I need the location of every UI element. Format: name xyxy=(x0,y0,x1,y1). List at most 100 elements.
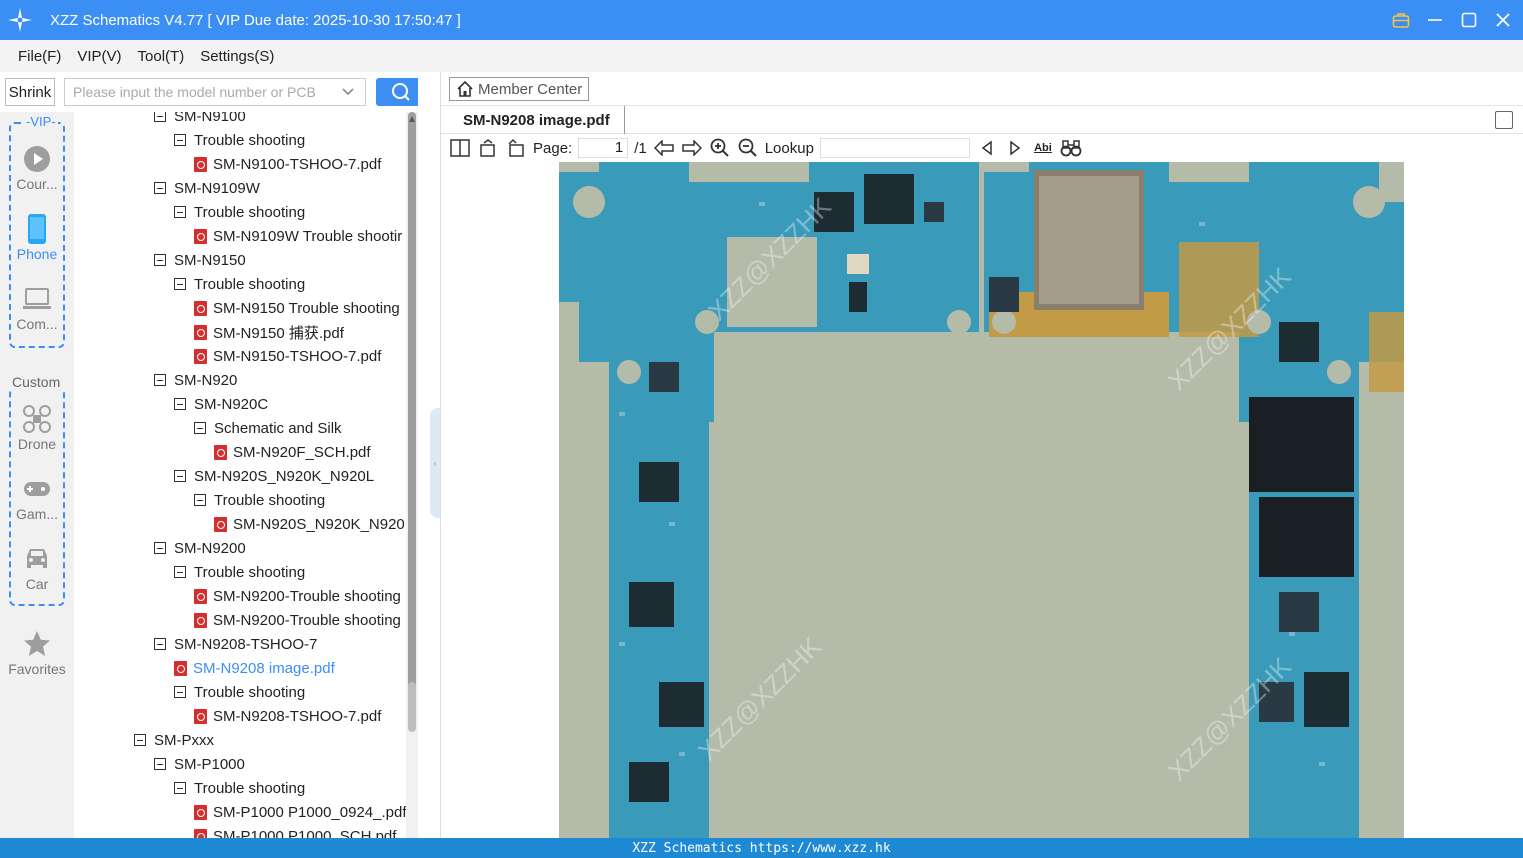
tree-file-item[interactable]: SM-P1000 P1000_SCH.pdf xyxy=(194,824,396,838)
lookup-input[interactable] xyxy=(819,138,970,158)
collapse-toggle-icon[interactable] xyxy=(174,134,186,146)
tree-file-item[interactable]: SM-N9208-TSHOO-7.pdf xyxy=(194,704,381,728)
collapse-toggle-icon[interactable] xyxy=(154,638,166,650)
category-courses[interactable]: Cour... xyxy=(0,142,74,192)
tree-folder-item[interactable]: Trouble shooting xyxy=(174,272,305,296)
tree-folder-item[interactable]: SM-N920S_N920K_N920L xyxy=(174,464,374,488)
tree-folder-item[interactable]: SM-N920 xyxy=(154,368,237,392)
tree-item-label: SM-N920 xyxy=(174,371,238,389)
maximize-button[interactable] xyxy=(1459,10,1479,30)
tree-file-item[interactable]: SM-N9208 image.pdf xyxy=(174,656,335,680)
tree-item-label: SM-N9109W xyxy=(174,179,260,197)
collapse-toggle-icon[interactable] xyxy=(174,398,186,410)
collapse-toggle-icon[interactable] xyxy=(154,758,166,770)
tree-folder-item[interactable]: SM-N9109W xyxy=(154,176,260,200)
category-gaming[interactable]: Gam... xyxy=(0,472,74,522)
tree-file-item[interactable]: SM-N9150-TSHOO-7.pdf xyxy=(194,344,381,368)
minimize-button[interactable] xyxy=(1425,10,1445,30)
collapse-toggle-icon[interactable] xyxy=(174,686,186,698)
collapse-toggle-icon[interactable] xyxy=(154,254,166,266)
category-favorites[interactable]: Favorites xyxy=(0,627,74,677)
collapse-toggle-icon[interactable] xyxy=(154,182,166,194)
binoculars-icon[interactable] xyxy=(1060,137,1082,159)
tab-document[interactable]: SM-N9208 image.pdf xyxy=(449,106,625,134)
tree-folder-item[interactable]: Trouble shooting xyxy=(174,776,305,800)
tree-folder-item[interactable]: Schematic and Silk xyxy=(194,416,342,440)
tree-folder-item[interactable]: SM-N920C xyxy=(174,392,268,416)
collapse-toggle-icon[interactable] xyxy=(174,278,186,290)
tree-folder-item[interactable]: SM-N9208-TSHOO-7 xyxy=(154,632,317,656)
previous-page-icon[interactable] xyxy=(653,137,675,159)
collapse-toggle-icon[interactable] xyxy=(174,566,186,578)
search-placeholder: Please input the model number or PCB xyxy=(73,84,316,100)
tree-folder-item[interactable]: Trouble shooting xyxy=(174,200,305,224)
close-button[interactable] xyxy=(1493,10,1513,30)
category-car[interactable]: Car xyxy=(0,542,74,592)
menu-settings[interactable]: Settings(S) xyxy=(200,48,274,65)
category-phone[interactable]: Phone xyxy=(0,212,74,262)
find-previous-icon[interactable] xyxy=(976,137,998,159)
tree-file-item[interactable]: SM-N9150 Trouble shooting xyxy=(194,296,400,320)
tree-folder-item[interactable]: Trouble shooting xyxy=(194,488,325,512)
toggle-sidebar-icon[interactable] xyxy=(449,137,471,159)
collapse-toggle-icon[interactable] xyxy=(154,112,166,122)
tree-folder-item[interactable]: Trouble shooting xyxy=(174,680,305,704)
tree-file-item[interactable]: SM-N9100-TSHOO-7.pdf xyxy=(194,152,381,176)
shrink-button[interactable]: Shrink xyxy=(5,78,55,106)
menu-file[interactable]: File(F) xyxy=(18,48,61,65)
next-page-icon[interactable] xyxy=(681,137,703,159)
tree-scrollbar[interactable]: ▲ xyxy=(406,112,418,838)
collapse-toggle-icon[interactable] xyxy=(134,734,146,746)
zoom-out-icon[interactable] xyxy=(737,137,759,159)
tree-item-label: SM-Pxxx xyxy=(154,731,214,749)
menu-vip[interactable]: VIP(V) xyxy=(77,48,121,65)
find-next-icon[interactable] xyxy=(1004,137,1026,159)
tree-file-item[interactable]: SM-N9200-Trouble shooting xyxy=(194,608,401,632)
panel-splitter[interactable]: ‹ xyxy=(418,72,441,838)
category-drone[interactable]: Drone xyxy=(0,402,74,452)
collapse-toggle-icon[interactable] xyxy=(154,542,166,554)
tree-folder-item[interactable]: SM-P1000 xyxy=(154,752,245,776)
pdf-file-icon xyxy=(194,588,207,604)
tree-folder-item[interactable]: SM-N9100 xyxy=(154,112,246,128)
tree-file-item[interactable]: SM-N920F_SCH.pdf xyxy=(214,440,371,464)
page-number-input[interactable]: 1 xyxy=(578,138,629,158)
tree-file-item[interactable]: SM-N920S_N920K_N920L( xyxy=(214,512,418,536)
rotate-left-icon[interactable] xyxy=(477,137,499,159)
category-computer[interactable]: Com... xyxy=(0,282,74,332)
scrollbar-thumb[interactable] xyxy=(408,682,416,732)
tree-folder-item[interactable]: SM-Pxxx xyxy=(134,728,214,752)
collapse-panel-handle[interactable]: ‹ xyxy=(430,408,440,518)
close-all-tabs-icon[interactable] xyxy=(1495,111,1513,129)
collapse-toggle-icon[interactable] xyxy=(174,206,186,218)
tree-folder-item[interactable]: Trouble shooting xyxy=(174,128,305,152)
laptop-icon xyxy=(22,282,52,316)
member-center-button[interactable]: Member Center xyxy=(449,77,590,101)
chevron-down-icon[interactable] xyxy=(341,85,355,102)
tree-file-item[interactable]: SM-N9150 捕获.pdf xyxy=(194,320,344,344)
collapse-toggle-icon[interactable] xyxy=(174,470,186,482)
document-canvas[interactable]: XZZ@XZZHK XZZ@XZZHK XZZ@XZZHK XZZ@XZZHK xyxy=(441,162,1523,838)
tree-folder-item[interactable]: SM-N9200 xyxy=(154,536,246,560)
vip-bag-icon[interactable] xyxy=(1391,10,1411,30)
tree-file-item[interactable]: SM-P1000 P1000_0924_.pdf xyxy=(194,800,406,824)
model-tree: SM-N9100 Trouble shooting SM-N9100-TSHOO-7… xyxy=(74,112,418,838)
viewer-toolbar: Page: 1 /1 Lookup Abi xyxy=(441,134,1523,162)
tree-file-item[interactable]: SM-N9109W Trouble shootir xyxy=(194,224,402,248)
pcb-image[interactable]: XZZ@XZZHK XZZ@XZZHK XZZ@XZZHK XZZ@XZZHK xyxy=(559,162,1404,838)
tree-folder-item[interactable]: SM-N9150 xyxy=(154,248,246,272)
match-case-icon[interactable]: Abi xyxy=(1032,137,1054,159)
collapse-toggle-icon[interactable] xyxy=(174,782,186,794)
zoom-in-icon[interactable] xyxy=(709,137,731,159)
search-input[interactable]: Please input the model number or PCB xyxy=(64,78,366,106)
home-icon xyxy=(457,80,473,97)
scroll-up-icon[interactable]: ▲ xyxy=(407,114,417,125)
collapse-toggle-icon[interactable] xyxy=(194,422,206,434)
tree-folder-item[interactable]: Trouble shooting xyxy=(174,560,305,584)
collapse-toggle-icon[interactable] xyxy=(194,494,206,506)
menu-tool[interactable]: Tool(T) xyxy=(138,48,185,65)
tree-item-label: SM-N920S_N920K_N920L xyxy=(194,467,375,485)
collapse-toggle-icon[interactable] xyxy=(154,374,166,386)
rotate-right-icon[interactable] xyxy=(505,137,527,159)
tree-file-item[interactable]: SM-N9200-Trouble shooting xyxy=(194,584,401,608)
